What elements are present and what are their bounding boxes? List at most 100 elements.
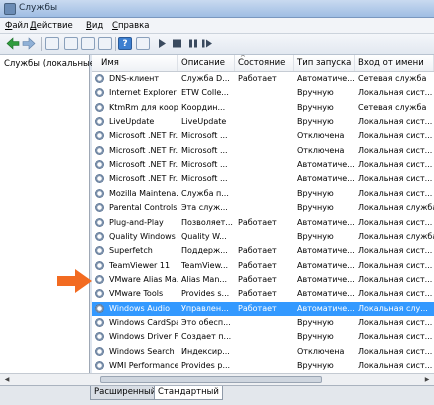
- play-icon[interactable]: [155, 37, 169, 50]
- table-row[interactable]: Mozilla Maintena... Служба п... Вручную Лок…: [92, 187, 434, 201]
- stop-icon[interactable]: [170, 37, 184, 50]
- column-name[interactable]: Имя: [92, 55, 178, 71]
- table-row[interactable]: Superfetch Поддерж... Работает Автоматиче..…: [92, 244, 434, 258]
- tab-extended[interactable]: Расширенный: [90, 386, 161, 400]
- cell-status: [235, 316, 294, 330]
- table-row[interactable]: Microsoft .NET Fr... Microsoft ... Автомат…: [92, 158, 434, 172]
- table-row[interactable]: WMI Performance...Provides p... Вручную Ло…: [92, 359, 434, 373]
- scroll-thumb[interactable]: [100, 376, 322, 383]
- table-row[interactable]: TeamViewer 11 TeamView... Работает Автомати…: [92, 259, 434, 273]
- table-row[interactable]: Windows CardSpa...Это обесп... Вручную Лок…: [92, 316, 434, 330]
- cell-status: Работает: [238, 289, 277, 299]
- column-description[interactable]: Описание: [178, 55, 235, 71]
- cell-startup: Вручную: [297, 361, 334, 370]
- scroll-right-icon[interactable]: ▶: [422, 375, 432, 384]
- table-row[interactable]: Internet Explorer E...ETW Colle... Вручну…: [92, 86, 434, 100]
- table-row[interactable]: Plug-and-Play Позволяет... Работает Автомат…: [92, 216, 434, 230]
- menu-view[interactable]: Вид: [86, 21, 103, 31]
- cell-status: Работает: [238, 274, 277, 284]
- table-row[interactable]: VMware Tools Provides s... Работает Автомат…: [92, 287, 434, 301]
- export-list-icon[interactable]: [98, 37, 112, 50]
- service-gear-icon: [95, 361, 104, 370]
- table-row[interactable]: Windows Search Индексир... Отключена Локаль…: [92, 345, 434, 359]
- console-window-icon[interactable]: [64, 37, 78, 50]
- cell-status: [235, 201, 294, 215]
- cell-logon: Локальная сист...: [358, 260, 433, 270]
- table-row[interactable]: Microsoft .NET Fr... Microsoft ... Отключе…: [92, 129, 434, 143]
- column-logon-as[interactable]: Вход от имени: [355, 55, 434, 71]
- cell-startup: Вручную: [297, 88, 334, 98]
- cell-startup: Вручную: [297, 188, 334, 198]
- cell-startup: Вручную: [297, 332, 334, 342]
- cell-name: Microsoft .NET Fr...: [109, 174, 178, 184]
- service-gear-icon: [95, 317, 104, 327]
- cell-description: TeamView...: [181, 260, 229, 270]
- service-gear-icon: [95, 203, 104, 213]
- table-row[interactable]: KtmRm для коорд...Координ... Вручную Сетев…: [92, 101, 434, 115]
- title-bar: Службы: [0, 0, 434, 18]
- tree-root-services-local[interactable]: Службы (локальные): [4, 59, 98, 69]
- cell-name: Windows Search: [109, 346, 175, 356]
- scroll-left-icon[interactable]: ◀: [2, 375, 12, 384]
- service-gear-icon: [95, 346, 104, 356]
- service-gear-icon: [95, 332, 104, 342]
- cell-startup: Автоматиче...: [297, 217, 355, 227]
- cell-startup: Отключена: [297, 145, 345, 155]
- table-row[interactable]: LiveUpdate LiveUpdate Вручную Локальная сис…: [92, 115, 434, 129]
- cell-status: Работает: [238, 303, 277, 313]
- properties-icon[interactable]: [136, 37, 150, 50]
- table-row[interactable]: Parental Controls Эта служ... Вручную Локал…: [92, 201, 434, 215]
- service-gear-icon: [95, 188, 104, 198]
- table-row[interactable]: VMware Alias Ma... Alias Man... Работает Ав…: [92, 273, 434, 287]
- cell-logon: Сетевая служба: [358, 102, 427, 112]
- show-hide-tree-icon[interactable]: [45, 37, 59, 50]
- cell-name: Plug-and-Play: [109, 217, 164, 227]
- cell-startup: Автоматиче...: [297, 303, 355, 313]
- horizontal-scrollbar[interactable]: ◀ ▶: [0, 373, 434, 385]
- tab-standard[interactable]: Стандартный: [154, 386, 223, 400]
- service-gear-icon: [95, 303, 104, 313]
- cell-name: Mozilla Maintena...: [109, 188, 178, 198]
- cell-logon: Локальная служба: [358, 231, 434, 241]
- pause-icon[interactable]: [186, 37, 200, 50]
- table-row-selected[interactable]: Windows Audio Управлен... Работает Автомати…: [92, 301, 434, 316]
- menu-action[interactable]: Действие: [30, 21, 73, 31]
- forward-arrow-icon[interactable]: [22, 37, 36, 50]
- cell-name: Microsoft .NET Fr...: [109, 145, 178, 155]
- table-row[interactable]: DNS-клиент Служба D... Работает Автоматиче.…: [92, 72, 434, 86]
- refresh-icon[interactable]: [81, 37, 95, 50]
- cell-description: Microsoft ...: [181, 174, 228, 184]
- menu-help[interactable]: Справка: [112, 21, 149, 31]
- service-gear-icon: [95, 145, 104, 155]
- cell-logon: Локальная слу...: [358, 303, 428, 313]
- menu-file[interactable]: Файл: [5, 21, 29, 31]
- cell-description: Создает п...: [181, 332, 232, 342]
- back-arrow-icon[interactable]: [6, 37, 20, 50]
- cell-name: WMI Performance...: [109, 361, 178, 370]
- cell-description: Поддерж...: [181, 246, 228, 256]
- column-startup-type[interactable]: Тип запуска: [294, 55, 355, 71]
- cell-logon: Локальная сист...: [358, 131, 433, 141]
- cell-status: [235, 187, 294, 201]
- restart-icon[interactable]: [200, 37, 214, 50]
- table-row[interactable]: Microsoft .NET Fr... Microsoft ... Автомат…: [92, 172, 434, 186]
- cell-logon: Локальная сист...: [358, 160, 433, 170]
- cell-logon: Локальная сист...: [358, 88, 433, 98]
- cell-logon: Локальная сист...: [358, 246, 433, 256]
- services-app-icon: [4, 3, 16, 15]
- cell-name: Windows CardSpa...: [109, 317, 178, 327]
- cell-name: VMware Tools: [109, 289, 164, 299]
- service-gear-icon: [95, 74, 104, 83]
- cell-name: DNS-клиент: [109, 74, 160, 83]
- help-icon[interactable]: ?: [118, 37, 132, 50]
- cell-logon: Локальная служба: [358, 203, 434, 213]
- cell-status: [235, 230, 294, 244]
- table-row[interactable]: Microsoft .NET Fr... Microsoft ... Отключе…: [92, 144, 434, 158]
- column-header-row: Имя Описание Состояние Тип запуска Вход …: [92, 55, 434, 72]
- table-row[interactable]: Windows Driver F... Создает п... Вручную Ло…: [92, 330, 434, 344]
- window-title: Службы: [19, 3, 58, 13]
- cell-startup: Вручную: [297, 102, 334, 112]
- cell-logon: Локальная сист...: [358, 332, 433, 342]
- table-row[interactable]: Quality Windows ...Quality W... Вручную Ло…: [92, 230, 434, 244]
- cell-description: Это обесп...: [181, 317, 231, 327]
